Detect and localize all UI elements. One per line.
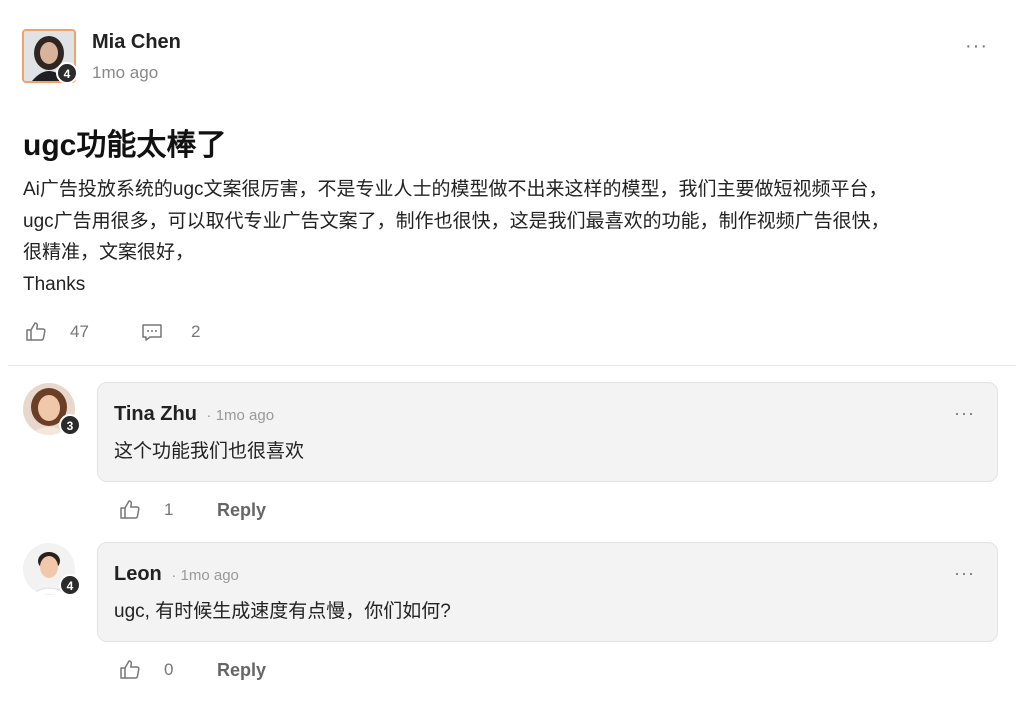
comment-author-avatar[interactable]: 4 [23,543,81,596]
post-comment-button[interactable]: 2 [140,320,200,344]
post-body-line: Thanks [23,273,86,295]
post-body-line: ugc广告用很多，可以取代专业广告文案了，制作也很快，这是我们最喜欢的功能，制作… [23,210,890,232]
comment-time: 1mo ago [180,567,239,584]
comment-like-count: 0 [164,660,174,679]
level-badge: 3 [59,414,81,436]
separator: · [206,407,212,424]
comment-more-icon[interactable]: ··· [954,563,975,584]
comment-time: 1mo ago [215,407,275,424]
post-like-count: 47 [70,322,89,341]
comment-text: 这个功能我们也很喜欢 [114,441,305,462]
comment-more-icon[interactable]: ··· [954,403,975,424]
post-body: Ai广告投放系统的ugc文案很厉害，不是专业人士的模型做不出来这样的模型，我们主… [23,174,1003,300]
thumbs-up-icon [120,500,140,519]
thumbs-up-icon [120,660,140,679]
thumbs-up-icon [26,322,46,341]
level-badge: 4 [59,574,81,596]
comment-bubble: Leon · 1mo ago ugc, 有时候生成速度有点慢，你们如何? ··· [97,542,998,642]
comment-header: Tina Zhu · 1mo ago [114,403,274,426]
comment-icon [142,324,162,341]
post-title: ugc功能太棒了 [23,129,227,162]
post-like-button[interactable]: 47 [24,320,89,344]
comment-like-button[interactable]: 1 [118,498,173,522]
comment-bubble: Tina Zhu · 1mo ago 这个功能我们也很喜欢 ··· [97,382,998,482]
post-body-line: 很精准，文案很好， [23,242,195,263]
post-more-icon[interactable]: ··· [965,35,988,58]
comment-author-avatar[interactable]: 3 [23,383,81,436]
comment-author-name[interactable]: Tina Zhu [114,403,197,425]
post-author-name[interactable]: Mia Chen [92,31,181,54]
post-comment-count: 2 [191,322,201,341]
post-author-avatar[interactable]: 4 [22,29,78,84]
post-body-line: Ai广告投放系统的ugc文案很厉害，不是专业人士的模型做不出来这样的模型，我们主… [23,179,888,200]
comment-header: Leon · 1mo ago [114,563,239,586]
level-badge: 4 [56,62,78,84]
reply-button[interactable]: Reply [217,660,266,681]
separator: · [171,567,177,584]
comment-text: ugc, 有时候生成速度有点慢，你们如何? [114,601,451,622]
comment-author-name[interactable]: Leon [114,563,162,585]
comment-like-button[interactable]: 0 [118,658,173,682]
divider [8,365,1016,366]
comment-like-count: 1 [164,500,174,519]
reply-button[interactable]: Reply [217,500,266,521]
post-time: 1mo ago [92,63,159,82]
